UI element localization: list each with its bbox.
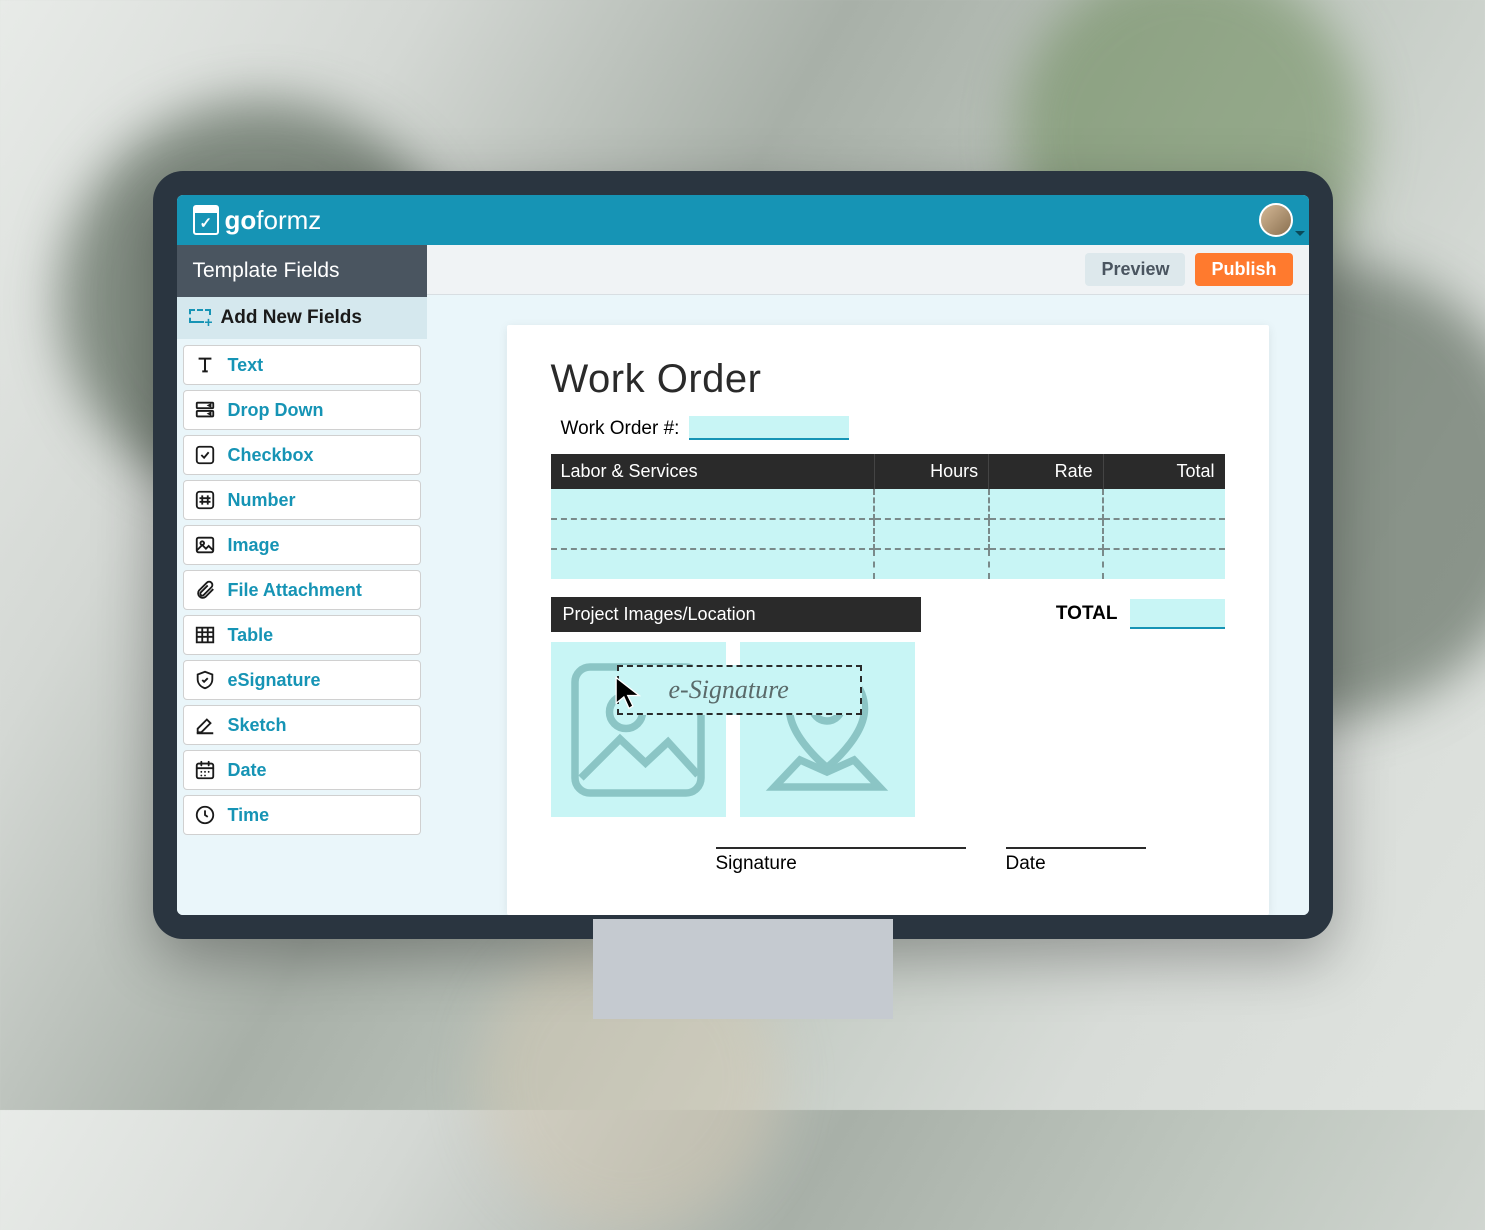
work-order-number-label: Work Order #: — [561, 418, 680, 440]
brand-logo-icon — [193, 205, 219, 235]
date-field[interactable]: Date — [1006, 847, 1146, 875]
table-header-total: Total — [1103, 454, 1224, 489]
drag-ghost-label: e-Signature — [669, 675, 789, 705]
shield-check-icon — [194, 669, 216, 691]
project-images-section-header: Project Images/Location — [551, 597, 921, 632]
paperclip-icon — [194, 579, 216, 601]
editor-toolbar: Preview Publish — [427, 245, 1309, 295]
main-canvas: Preview Publish Work Order Work Order #: — [427, 245, 1309, 915]
form-title: Work Order — [551, 357, 1225, 402]
field-label: eSignature — [228, 670, 321, 691]
clock-icon — [194, 804, 216, 826]
table-icon — [194, 624, 216, 646]
field-item-esignature[interactable]: eSignature — [183, 660, 421, 700]
field-item-number[interactable]: Number — [183, 480, 421, 520]
brand-logo[interactable]: goformz — [193, 205, 322, 236]
field-item-file-attachment[interactable]: File Attachment — [183, 570, 421, 610]
field-item-time[interactable]: Time — [183, 795, 421, 835]
table-header-hours: Hours — [874, 454, 989, 489]
table-header-labor: Labor & Services — [551, 454, 875, 489]
field-item-dropdown[interactable]: Drop Down — [183, 390, 421, 430]
app-topbar: goformz — [177, 195, 1309, 245]
image-icon — [194, 534, 216, 556]
table-row[interactable] — [551, 489, 1225, 519]
field-label: Table — [228, 625, 274, 646]
work-order-number-input[interactable] — [689, 416, 849, 440]
add-new-fields-label: Add New Fields — [221, 307, 362, 329]
field-label: Checkbox — [228, 445, 314, 466]
calendar-icon — [194, 759, 216, 781]
monitor-frame: goformz Template Fields + Add New Fields — [153, 171, 1333, 939]
publish-button[interactable]: Publish — [1195, 253, 1292, 286]
signature-field[interactable]: Signature — [716, 847, 966, 875]
add-field-icon: + — [189, 309, 211, 327]
form-document[interactable]: Work Order Work Order #: Labor & Service… — [507, 325, 1269, 915]
field-item-text[interactable]: Text — [183, 345, 421, 385]
pencil-icon — [194, 714, 216, 736]
table-header-rate: Rate — [989, 454, 1104, 489]
total-input[interactable] — [1130, 599, 1225, 629]
labor-services-table[interactable]: Labor & Services Hours Rate Total — [551, 454, 1225, 579]
field-item-table[interactable]: Table — [183, 615, 421, 655]
field-label: Time — [228, 805, 270, 826]
field-item-sketch[interactable]: Sketch — [183, 705, 421, 745]
total-label: TOTAL — [1056, 603, 1118, 625]
text-icon — [194, 354, 216, 376]
preview-button[interactable]: Preview — [1085, 253, 1185, 286]
number-icon — [194, 489, 216, 511]
signature-label: Signature — [716, 853, 966, 875]
field-label: Image — [228, 535, 280, 556]
date-label: Date — [1006, 853, 1146, 875]
sidebar-title: Template Fields — [177, 245, 427, 297]
field-label: Date — [228, 760, 267, 781]
field-label: Sketch — [228, 715, 287, 736]
drag-ghost-esignature: e-Signature — [617, 665, 862, 715]
add-new-fields-button[interactable]: + Add New Fields — [177, 297, 427, 339]
user-avatar[interactable] — [1259, 203, 1293, 237]
field-label: File Attachment — [228, 580, 362, 601]
table-row[interactable] — [551, 549, 1225, 579]
checkbox-icon — [194, 444, 216, 466]
sidebar: Template Fields + Add New Fields Text — [177, 245, 427, 915]
field-label: Text — [228, 355, 264, 376]
table-row[interactable] — [551, 519, 1225, 549]
chevron-down-icon — [1295, 231, 1305, 236]
field-item-date[interactable]: Date — [183, 750, 421, 790]
field-label: Number — [228, 490, 296, 511]
field-label: Drop Down — [228, 400, 324, 421]
field-item-checkbox[interactable]: Checkbox — [183, 435, 421, 475]
dropdown-icon — [194, 399, 216, 421]
brand-logo-text: goformz — [225, 205, 322, 236]
field-item-image[interactable]: Image — [183, 525, 421, 565]
app-screen: goformz Template Fields + Add New Fields — [177, 195, 1309, 915]
